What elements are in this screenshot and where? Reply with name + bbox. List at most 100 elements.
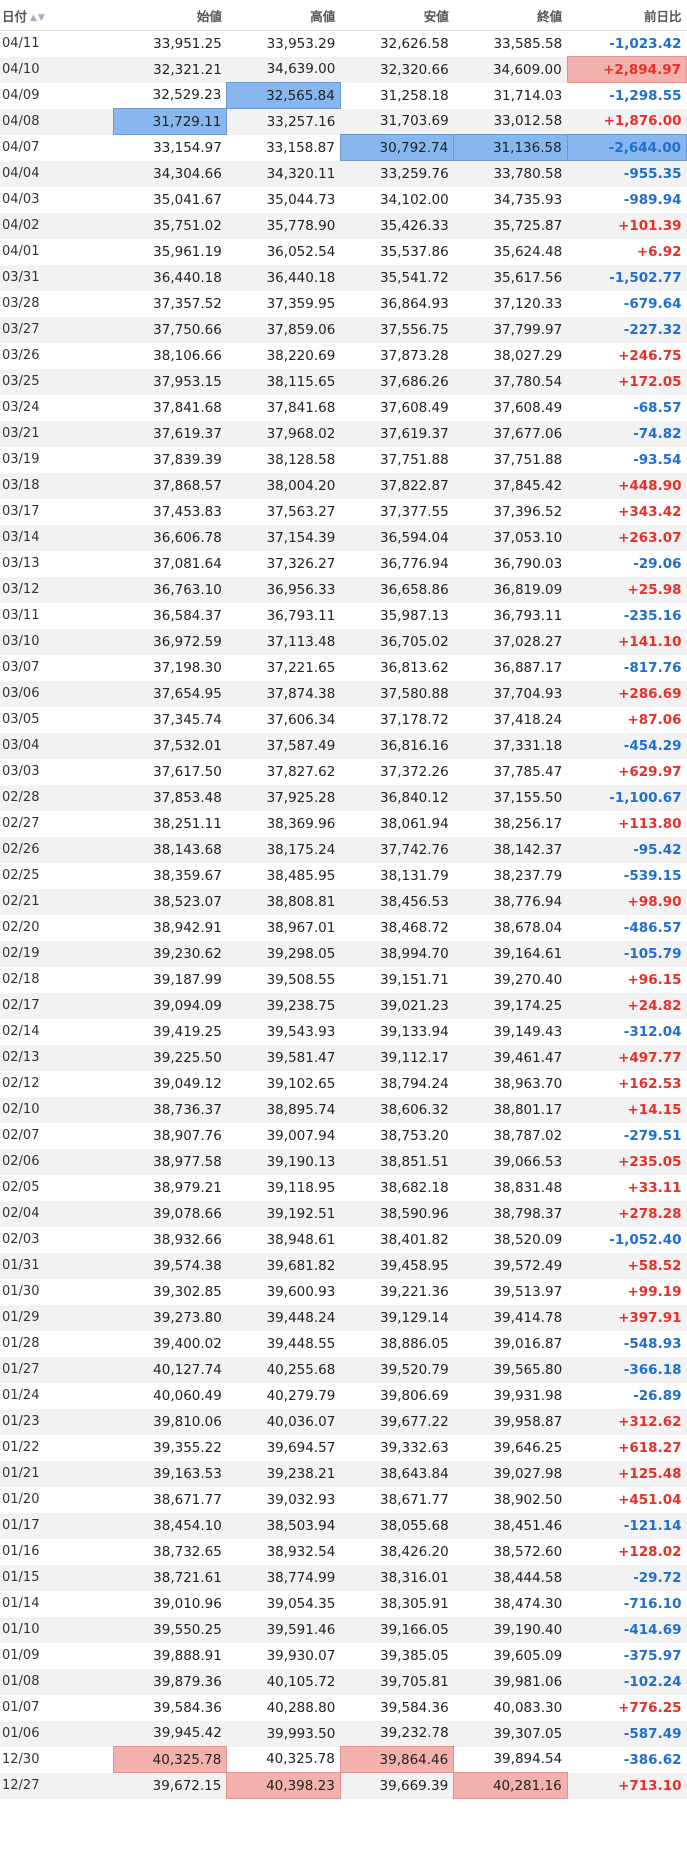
table-row[interactable]: 04/04 34,304.66 34,320.11 33,259.76 33,780.5…: [0, 160, 687, 187]
table-row[interactable]: 01/15 38,721.61 38,774.99 38,316.01 38,444.5…: [0, 1564, 687, 1591]
table-row[interactable]: 02/14 39,419.25 39,543.93 39,133.94 39,149.4…: [0, 1018, 687, 1045]
table-row[interactable]: 03/19 37,839.39 38,128.58 37,751.88 37,751.8…: [0, 446, 687, 473]
table-row[interactable]: 03/31 36,440.18 36,440.18 35,541.72 35,617.5…: [0, 264, 687, 291]
table-row[interactable]: 03/14 36,606.78 37,154.39 36,594.04 37,053.1…: [0, 524, 687, 551]
close-cell: 39,605.09: [453, 1642, 568, 1669]
date-cell: 02/25: [0, 862, 114, 889]
table-row[interactable]: 02/12 39,049.12 39,102.65 38,794.24 38,963.7…: [0, 1070, 687, 1097]
table-row[interactable]: 02/13 39,225.50 39,581.47 39,112.17 39,461.4…: [0, 1044, 687, 1071]
table-row[interactable]: 01/14 39,010.96 39,054.35 38,305.91 38,474.3…: [0, 1590, 687, 1617]
table-row[interactable]: 01/27 40,127.74 40,255.68 39,520.79 39,565.8…: [0, 1356, 687, 1383]
change-cell: -29.06: [567, 550, 687, 577]
sort-arrows-icon[interactable]: ▲▼: [30, 13, 46, 23]
low-cell: 38,682.18: [340, 1174, 454, 1201]
open-cell: 38,979.21: [113, 1174, 227, 1201]
table-row[interactable]: 01/17 38,454.10 38,503.94 38,055.68 38,451.4…: [0, 1512, 687, 1539]
date-cell: 01/06: [0, 1720, 114, 1747]
table-row[interactable]: 12/27 39,672.15 40,398.23 39,669.39 40,281.1…: [0, 1772, 687, 1799]
table-row[interactable]: 01/28 39,400.02 39,448.55 38,886.05 39,016.8…: [0, 1330, 687, 1357]
high-cell: 33,257.16: [226, 108, 341, 135]
table-row[interactable]: 04/08 31,729.11 33,257.16 31,703.69 33,012.5…: [0, 108, 687, 135]
table-row[interactable]: 04/07 33,154.97 33,158.87 30,792.74 31,136.5…: [0, 134, 687, 161]
table-row[interactable]: 03/11 36,584.37 36,793.11 35,987.13 36,793.1…: [0, 602, 687, 629]
table-row[interactable]: 03/13 37,081.64 37,326.27 36,776.94 36,790.0…: [0, 550, 687, 577]
open-cell: 39,574.38: [113, 1252, 227, 1279]
change-cell: -716.10: [567, 1590, 687, 1617]
table-row[interactable]: 01/08 39,879.36 40,105.72 39,705.81 39,981.0…: [0, 1668, 687, 1695]
table-row[interactable]: 02/10 38,736.37 38,895.74 38,606.32 38,801.1…: [0, 1096, 687, 1123]
table-row[interactable]: 02/07 38,907.76 39,007.94 38,753.20 38,787.0…: [0, 1122, 687, 1149]
table-row[interactable]: 03/25 37,953.15 38,115.65 37,686.26 37,780.5…: [0, 368, 687, 395]
open-cell: 38,932.66: [113, 1226, 227, 1253]
high-column-header[interactable]: 高値: [226, 0, 341, 31]
table-row[interactable]: 03/21 37,619.37 37,968.02 37,619.37 37,677.0…: [0, 420, 687, 447]
change-cell: -312.04: [567, 1018, 687, 1045]
table-row[interactable]: 02/28 37,853.48 37,925.28 36,840.12 37,155.5…: [0, 784, 687, 811]
table-row[interactable]: 04/02 35,751.02 35,778.90 35,426.33 35,725.8…: [0, 212, 687, 239]
table-row[interactable]: 02/18 39,187.99 39,508.55 39,151.71 39,270.4…: [0, 966, 687, 993]
table-row[interactable]: 03/17 37,453.83 37,563.27 37,377.55 37,396.5…: [0, 498, 687, 525]
low-cell: 38,061.94: [340, 810, 454, 837]
table-row[interactable]: 02/17 39,094.09 39,238.75 39,021.23 39,174.2…: [0, 992, 687, 1019]
table-row[interactable]: 03/18 37,868.57 38,004.20 37,822.87 37,845.4…: [0, 472, 687, 499]
date-cell: 04/01: [0, 238, 114, 265]
table-row[interactable]: 01/09 39,888.91 39,930.07 39,385.05 39,605.0…: [0, 1642, 687, 1669]
table-row[interactable]: 01/24 40,060.49 40,279.79 39,806.69 39,931.9…: [0, 1382, 687, 1409]
table-row[interactable]: 01/30 39,302.85 39,600.93 39,221.36 39,513.9…: [0, 1278, 687, 1305]
table-row[interactable]: 01/21 39,163.53 39,238.21 38,643.84 39,027.9…: [0, 1460, 687, 1487]
table-row[interactable]: 02/26 38,143.68 38,175.24 37,742.76 38,142.3…: [0, 836, 687, 863]
change-column-header[interactable]: 前日比: [567, 0, 687, 31]
table-row[interactable]: 04/11 33,951.25 33,953.29 32,626.58 33,585.5…: [0, 30, 687, 57]
change-cell: +87.06: [567, 706, 687, 733]
change-cell: +397.91: [567, 1304, 687, 1331]
table-row[interactable]: 01/16 38,732.65 38,932.54 38,426.20 38,572.6…: [0, 1538, 687, 1565]
date-column-header[interactable]: 日付 ▲▼: [0, 0, 114, 31]
table-row[interactable]: 02/06 38,977.58 39,190.13 38,851.51 39,066.5…: [0, 1148, 687, 1175]
table-row[interactable]: 02/20 38,942.91 38,967.01 38,468.72 38,678.0…: [0, 914, 687, 941]
table-row[interactable]: 02/19 39,230.62 39,298.05 38,994.70 39,164.6…: [0, 940, 687, 967]
change-cell: +776.25: [567, 1694, 687, 1721]
date-cell: 02/26: [0, 836, 114, 863]
table-row[interactable]: 01/29 39,273.80 39,448.24 39,129.14 39,414.7…: [0, 1304, 687, 1331]
table-row[interactable]: 03/05 37,345.74 37,606.34 37,178.72 37,418.2…: [0, 706, 687, 733]
close-cell: 39,958.87: [453, 1408, 568, 1435]
table-row[interactable]: 12/30 40,325.78 40,325.78 39,864.46 39,894.5…: [0, 1746, 687, 1773]
table-row[interactable]: 03/10 36,972.59 37,113.48 36,705.02 37,028.2…: [0, 628, 687, 655]
close-column-header[interactable]: 終値: [453, 0, 568, 31]
table-row[interactable]: 02/25 38,359.67 38,485.95 38,131.79 38,237.7…: [0, 862, 687, 889]
table-row[interactable]: 02/21 38,523.07 38,808.81 38,456.53 38,776.9…: [0, 888, 687, 915]
date-cell: 03/21: [0, 420, 114, 447]
low-column-header[interactable]: 安値: [340, 0, 454, 31]
table-row[interactable]: 02/03 38,932.66 38,948.61 38,401.82 38,520.0…: [0, 1226, 687, 1253]
low-cell: 38,316.01: [340, 1564, 454, 1591]
table-row[interactable]: 03/06 37,654.95 37,874.38 37,580.88 37,704.9…: [0, 680, 687, 707]
table-row[interactable]: 02/27 38,251.11 38,369.96 38,061.94 38,256.1…: [0, 810, 687, 837]
table-row[interactable]: 03/26 38,106.66 38,220.69 37,873.28 38,027.2…: [0, 342, 687, 369]
table-row[interactable]: 01/23 39,810.06 40,036.07 39,677.22 39,958.8…: [0, 1408, 687, 1435]
high-cell: 40,036.07: [226, 1408, 341, 1435]
table-row[interactable]: 01/10 39,550.25 39,591.46 39,166.05 39,190.4…: [0, 1616, 687, 1643]
low-cell: 34,102.00: [340, 186, 454, 213]
table-row[interactable]: 01/31 39,574.38 39,681.82 39,458.95 39,572.4…: [0, 1252, 687, 1279]
table-row[interactable]: 02/04 39,078.66 39,192.51 38,590.96 38,798.3…: [0, 1200, 687, 1227]
table-row[interactable]: 01/22 39,355.22 39,694.57 39,332.63 39,646.2…: [0, 1434, 687, 1461]
table-row[interactable]: 04/03 35,041.67 35,044.73 34,102.00 34,735.9…: [0, 186, 687, 213]
table-row[interactable]: 03/24 37,841.68 37,841.68 37,608.49 37,608.4…: [0, 394, 687, 421]
table-row[interactable]: 04/09 32,529.23 32,565.84 31,258.18 31,714.0…: [0, 82, 687, 109]
open-column-header[interactable]: 始値: [113, 0, 227, 31]
low-cell: 39,677.22: [340, 1408, 454, 1435]
table-row[interactable]: 03/12 36,763.10 36,956.33 36,658.86 36,819.0…: [0, 576, 687, 603]
table-row[interactable]: 01/20 38,671.77 39,032.93 38,671.77 38,902.5…: [0, 1486, 687, 1513]
table-row[interactable]: 03/07 37,198.30 37,221.65 36,813.62 36,887.1…: [0, 654, 687, 681]
table-row[interactable]: 04/10 32,321.21 34,639.00 32,320.66 34,609.0…: [0, 56, 687, 83]
table-row[interactable]: 01/07 39,584.36 40,288.80 39,584.36 40,083.3…: [0, 1694, 687, 1721]
table-row[interactable]: 03/04 37,532.01 37,587.49 36,816.16 37,331.1…: [0, 732, 687, 759]
table-row[interactable]: 03/03 37,617.50 37,827.62 37,372.26 37,785.4…: [0, 758, 687, 785]
table-row[interactable]: 02/05 38,979.21 39,118.95 38,682.18 38,831.4…: [0, 1174, 687, 1201]
table-row[interactable]: 03/27 37,750.66 37,859.06 37,556.75 37,799.9…: [0, 316, 687, 343]
table-row[interactable]: 04/01 35,961.19 36,052.54 35,537.86 35,624.4…: [0, 238, 687, 265]
low-cell: 36,816.16: [340, 732, 454, 759]
table-row[interactable]: 01/06 39,945.42 39,993.50 39,232.78 39,307.0…: [0, 1720, 687, 1747]
close-cell: 37,155.50: [453, 784, 568, 811]
table-row[interactable]: 03/28 37,357.52 37,359.95 36,864.93 37,120.3…: [0, 290, 687, 317]
